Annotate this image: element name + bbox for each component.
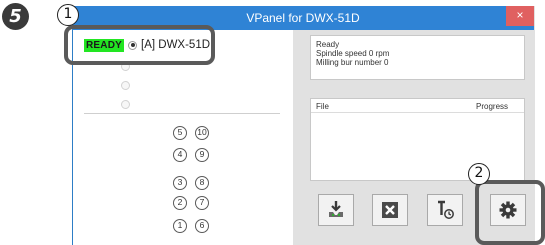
- bur-slot: 10: [195, 126, 209, 140]
- callout-highlight-device: [64, 25, 215, 65]
- callout-number-2: 2: [468, 163, 490, 185]
- divider: [84, 113, 280, 114]
- bur-slot: 2: [173, 196, 187, 210]
- callout-number-1: 1: [57, 4, 79, 26]
- column-header-progress: Progress: [476, 102, 509, 111]
- bur-slot: 6: [195, 219, 209, 233]
- close-button[interactable]: ×: [506, 6, 534, 26]
- status-line: Spindle speed 0 rpm: [316, 49, 390, 58]
- output-icon: [329, 201, 343, 217]
- status-line: Ready: [316, 40, 340, 49]
- device-radio-empty-3[interactable]: [121, 100, 130, 109]
- cancel-button[interactable]: [372, 194, 408, 226]
- callout-highlight-settings: [475, 180, 545, 245]
- column-header-file: File: [316, 102, 329, 111]
- file-list[interactable]: File Progress: [310, 98, 525, 181]
- file-list-header: File Progress: [311, 99, 524, 113]
- pause-button[interactable]: [427, 194, 463, 226]
- bur-slot: 5: [173, 126, 187, 140]
- bur-slot: 8: [195, 176, 209, 190]
- bur-slot: 7: [195, 196, 209, 210]
- step-number-badge: 5: [2, 3, 29, 30]
- bur-slot: 1: [173, 219, 187, 233]
- output-button[interactable]: [318, 194, 354, 226]
- device-radio-empty-2[interactable]: [121, 81, 130, 90]
- bur-slot: 4: [173, 148, 187, 162]
- machine-status-panel: Ready Spindle speed 0 rpm Milling bur nu…: [310, 35, 525, 80]
- pause-timer-icon: [438, 200, 454, 219]
- cancel-icon: [382, 202, 398, 218]
- status-line: Milling bur number 0: [316, 58, 389, 67]
- bur-slot: 9: [195, 148, 209, 162]
- bur-slot: 3: [173, 176, 187, 190]
